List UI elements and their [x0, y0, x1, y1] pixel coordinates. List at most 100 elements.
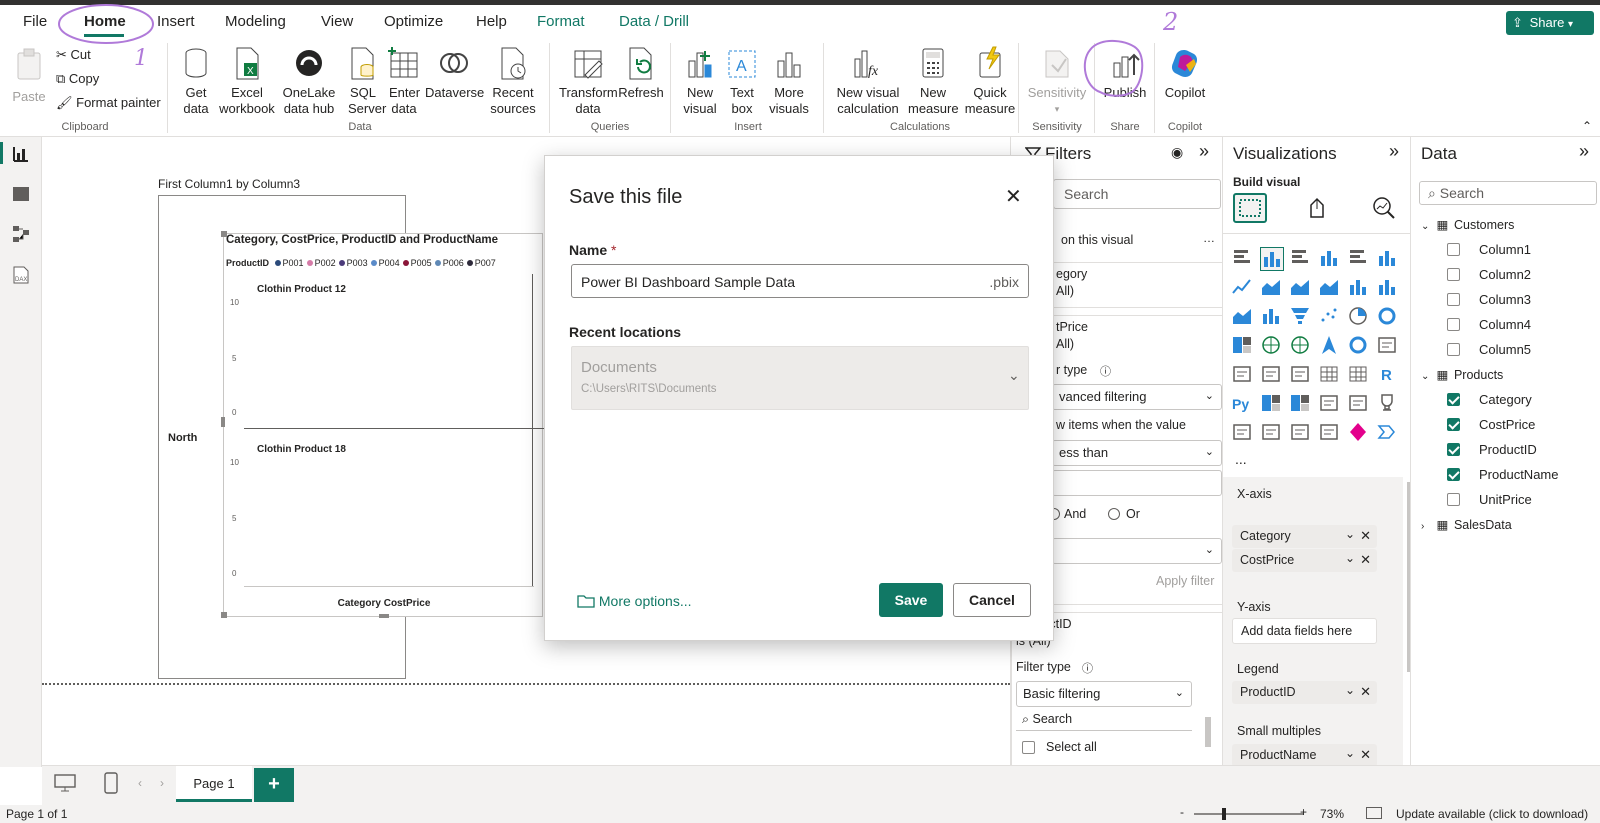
value-input[interactable] — [1052, 470, 1222, 496]
field-checkbox[interactable] — [1447, 318, 1460, 331]
multirow-card-icon[interactable] — [1231, 363, 1255, 387]
analytics-icon[interactable] — [1371, 195, 1397, 221]
field-item[interactable]: ProductID — [1479, 442, 1537, 457]
r-visual-icon[interactable]: R — [1376, 363, 1400, 387]
more-options-link[interactable]: More options... — [577, 593, 692, 609]
filter-card-costprice[interactable]: tPrice All) r type ⓘ vanced filtering ⌄ w… — [1048, 315, 1227, 605]
tab-format[interactable]: Format — [537, 13, 585, 30]
funnel-icon[interactable] — [1289, 305, 1313, 329]
filter-card-category[interactable]: egory All) — [1051, 262, 1227, 308]
collapse-ribbon-icon[interactable]: ⌃ — [1582, 119, 1592, 133]
stacked-area-icon[interactable] — [1289, 276, 1313, 300]
small-multiples-field[interactable]: ProductName ⌄ ✕ — [1232, 744, 1377, 767]
clustered-bar-icon[interactable] — [1289, 247, 1313, 271]
zoom-out-button[interactable]: - — [1180, 805, 1184, 819]
field-checkbox[interactable] — [1447, 493, 1460, 506]
kpi-icon[interactable] — [1260, 363, 1284, 387]
condition-dropdown[interactable]: ess than ⌄ — [1052, 440, 1222, 466]
field-item[interactable]: UnitPrice — [1479, 492, 1532, 507]
table-node-salesdata[interactable]: › ▦ SalesData — [1421, 517, 1512, 532]
tab-page-1[interactable]: Page 1 — [176, 766, 252, 802]
matrix-icon[interactable] — [1347, 363, 1371, 387]
text-box-button[interactable]: A Text box — [724, 45, 760, 117]
slicer-icon[interactable] — [1289, 363, 1313, 387]
publish-button[interactable]: Publish — [1100, 45, 1150, 101]
copilot-button[interactable]: Copilot — [1160, 45, 1210, 101]
legend-item[interactable]: P007 — [466, 258, 496, 268]
field-checkbox[interactable] — [1447, 268, 1460, 281]
desktop-layout-icon[interactable] — [54, 774, 76, 792]
cancel-button[interactable]: Cancel — [953, 583, 1031, 617]
field-item[interactable]: ProductName — [1479, 467, 1558, 482]
tab-home[interactable]: Home — [84, 13, 126, 30]
clustered-column-icon[interactable] — [1318, 247, 1342, 271]
diamond-icon[interactable] — [1347, 421, 1371, 445]
file-name-input[interactable]: Power BI Dashboard Sample Data .pbix — [571, 264, 1029, 298]
legend-item[interactable]: P005 — [402, 258, 432, 268]
new-visual-calculation-button[interactable]: fx New visual calculation — [830, 45, 906, 117]
filter-type-dropdown[interactable]: vanced filtering ⌄ — [1052, 384, 1222, 410]
collapse-pane-icon[interactable]: » — [1579, 141, 1589, 162]
chevron-down-icon[interactable]: ⌄ — [1345, 551, 1355, 565]
python-visual-icon[interactable]: Py — [1231, 392, 1255, 416]
treemap-icon[interactable] — [1231, 334, 1255, 358]
stacked-bar-icon[interactable] — [1231, 247, 1255, 271]
field-item[interactable]: Category — [1479, 392, 1532, 407]
metrics-icon[interactable] — [1318, 421, 1342, 445]
field-checkbox[interactable] — [1447, 243, 1460, 256]
azure-map-icon[interactable] — [1318, 334, 1342, 358]
trophy-icon[interactable] — [1376, 392, 1400, 416]
table-node-products[interactable]: ⌄ ▦ Products — [1421, 367, 1503, 382]
field-item[interactable]: Column2 — [1479, 267, 1531, 282]
field-checkbox[interactable] — [1447, 343, 1460, 356]
power-apps-icon[interactable] — [1260, 421, 1284, 445]
dax-query-icon[interactable]: DAX — [11, 265, 31, 285]
save-button[interactable]: Save — [879, 583, 943, 617]
zoom-slider[interactable] — [1194, 813, 1304, 815]
chevron-down-icon[interactable]: ⌄ — [1345, 527, 1355, 541]
filled-map-icon[interactable] — [1289, 334, 1313, 358]
ribbon-chart-icon[interactable] — [1231, 305, 1255, 329]
new-measure-button[interactable]: New measure — [908, 45, 959, 117]
table-node-customers[interactable]: ⌄ ▦ Customers — [1421, 217, 1514, 232]
add-page-button[interactable]: + — [254, 768, 294, 802]
new-visual-button[interactable]: New visual — [678, 45, 722, 117]
apply-filter-button[interactable]: Apply filter — [1156, 574, 1214, 588]
collapse-pane-icon[interactable]: » — [1389, 141, 1399, 162]
chevron-icon[interactable] — [1376, 421, 1400, 445]
format-painter-button[interactable]: 🖌 Format painter — [56, 95, 161, 111]
fit-to-page-icon[interactable] — [1366, 807, 1382, 819]
sensitivity-button[interactable]: Sensitivity ▾ — [1024, 45, 1090, 117]
select-all-checkbox[interactable] — [1022, 741, 1035, 754]
field-checkbox[interactable] — [1447, 468, 1460, 481]
field-item[interactable]: Column3 — [1479, 292, 1531, 307]
tab-insert[interactable]: Insert — [157, 13, 195, 30]
data-search-input[interactable]: ⌕ Search — [1419, 181, 1597, 205]
enter-data-button[interactable]: Enter data — [386, 45, 422, 117]
location-dropdown[interactable]: Documents C:\Users\RITS\Documents ⌄ — [571, 346, 1029, 410]
recent-sources-button[interactable]: Recent sources — [486, 45, 540, 117]
field-checkbox[interactable] — [1447, 293, 1460, 306]
close-icon[interactable]: ✕ — [1360, 552, 1371, 568]
tab-help[interactable]: Help — [476, 13, 507, 30]
legend-item[interactable]: P003 — [338, 258, 368, 268]
field-item[interactable]: Column4 — [1479, 317, 1531, 332]
model-view-icon[interactable] — [12, 225, 30, 243]
zoom-thumb[interactable] — [1222, 808, 1226, 820]
zoom-in-button[interactable]: + — [1300, 805, 1307, 819]
field-item[interactable]: Column1 — [1479, 242, 1531, 257]
collapse-pane-icon[interactable]: » — [1199, 141, 1209, 162]
legend-item[interactable]: P002 — [306, 258, 336, 268]
format-visual-icon[interactable] — [1305, 195, 1331, 221]
table-icon[interactable] — [1318, 363, 1342, 387]
column-chart-visual[interactable]: Category, CostPrice, ProductID and Produ… — [221, 231, 544, 618]
field-checkbox[interactable] — [1447, 393, 1460, 406]
tab-data-drill[interactable]: Data / Drill — [619, 13, 689, 30]
line-chart-icon[interactable] — [1231, 276, 1255, 300]
resize-handle[interactable] — [221, 231, 227, 237]
xaxis-field-costprice[interactable]: CostPrice ⌄ ✕ — [1232, 549, 1377, 572]
line-clustered-icon[interactable] — [1376, 276, 1400, 300]
build-visual-tab[interactable] — [1233, 193, 1267, 223]
mobile-layout-icon[interactable] — [104, 772, 118, 794]
scrollbar[interactable] — [1205, 717, 1211, 747]
